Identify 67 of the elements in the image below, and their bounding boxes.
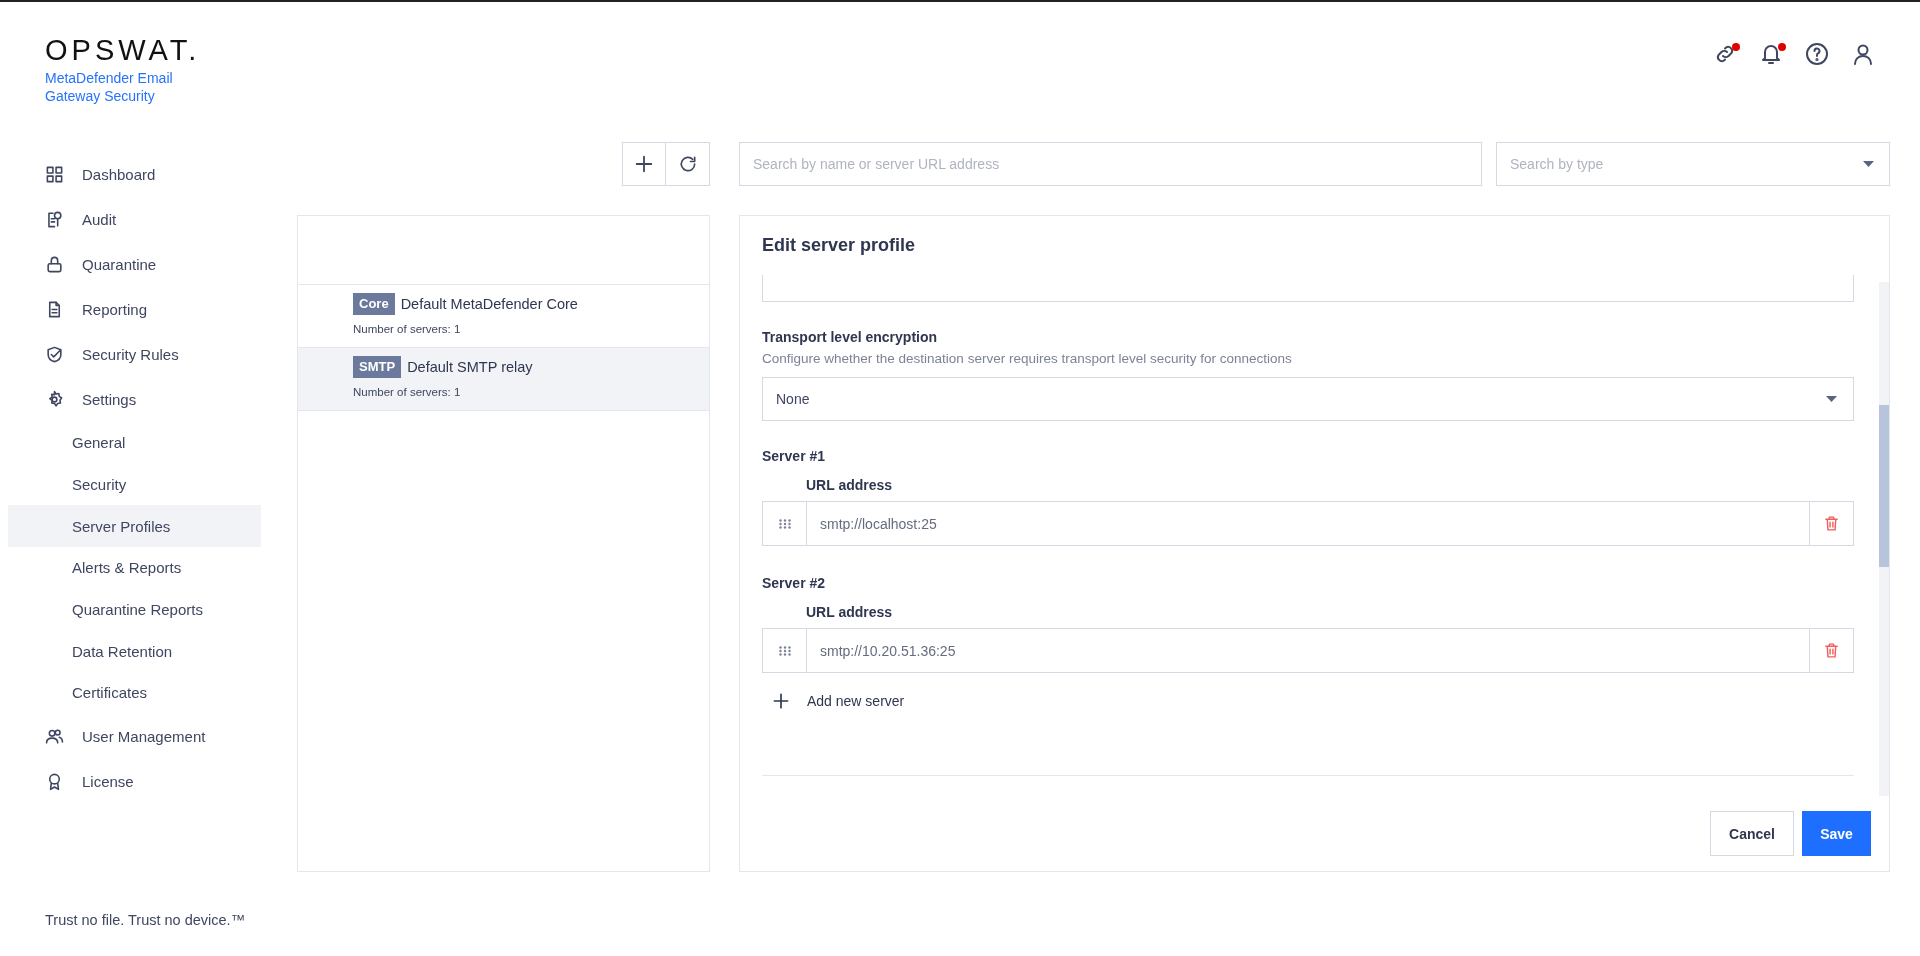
select-field[interactable] xyxy=(762,275,1854,302)
sidebar-item[interactable]: Security Rules xyxy=(8,332,261,377)
bell-icon xyxy=(1759,42,1783,66)
lock-icon xyxy=(45,255,64,274)
profile-type-label: SMTP xyxy=(353,356,402,378)
help-button[interactable] xyxy=(1805,42,1829,68)
tagline: Trust no file. Trust no device.™ xyxy=(44,912,247,928)
grip-icon xyxy=(778,645,791,656)
field-description: Configure whether the destination server requires transport level security for connections xyxy=(762,350,1293,368)
caret-icon xyxy=(1826,396,1837,402)
refresh-button[interactable] xyxy=(666,142,710,186)
sidebar-item[interactable]: Reporting xyxy=(8,287,261,332)
cancel-button[interactable]: Cancel xyxy=(1710,811,1794,856)
sidebar-subitem[interactable]: Data Retention xyxy=(8,630,261,673)
sidebar-subitem[interactable]: Quarantine Reports xyxy=(8,588,261,631)
sidebar-subitem[interactable]: Server Profiles xyxy=(8,505,261,548)
sidebar-subitem[interactable]: Alerts & Reports xyxy=(8,547,261,589)
sidebar-subitem[interactable]: Certificates xyxy=(8,672,261,714)
users-icon xyxy=(45,726,64,746)
sidebar-item[interactable]: Quarantine xyxy=(8,242,261,287)
help-icon xyxy=(1805,42,1829,66)
trash-icon xyxy=(1823,515,1840,532)
drag-handle[interactable] xyxy=(762,501,807,546)
grip-icon xyxy=(778,518,791,529)
scrollbar[interactable] xyxy=(1879,282,1889,796)
sidebar-subitem[interactable]: General xyxy=(8,422,261,464)
plus-icon xyxy=(771,691,791,711)
profile-name: Default MetaDefender Core xyxy=(400,296,578,312)
document-search-icon xyxy=(45,210,64,229)
profile-name: Default SMTP relay xyxy=(407,359,533,375)
user-button[interactable] xyxy=(1851,42,1875,68)
sidebar-item[interactable]: License xyxy=(8,758,261,804)
add-server-button[interactable]: Add new server xyxy=(762,690,911,712)
field-label: Transport level encryption xyxy=(762,328,939,346)
plus-icon xyxy=(633,153,655,175)
trash-icon xyxy=(1823,642,1840,659)
field-label: URL address xyxy=(806,476,894,494)
server-label: Server #2 xyxy=(762,574,827,592)
sidebar-item[interactable]: Settings xyxy=(8,377,261,422)
panel-title: Edit server profile xyxy=(761,234,917,257)
shield-check-icon xyxy=(45,345,64,364)
drag-handle[interactable] xyxy=(762,628,807,673)
sidebar-item[interactable]: Audit xyxy=(8,197,261,242)
field-label: URL address xyxy=(806,603,894,621)
caret-icon xyxy=(1863,161,1874,167)
url-input[interactable]: smtp://localhost:25 xyxy=(807,501,1809,546)
delete-button[interactable] xyxy=(1809,501,1854,546)
delete-button[interactable] xyxy=(1809,628,1854,673)
sidebar-item[interactable]: User Management xyxy=(8,713,261,759)
profile-item[interactable]: SMTP Default SMTP relay Number of servers: 1 xyxy=(298,348,709,411)
sidebar-subitem[interactable]: Security xyxy=(8,463,261,506)
url-input[interactable]: smtp://10.20.51.36:25 xyxy=(807,628,1809,673)
server-label: Server #1 xyxy=(762,447,827,465)
server-count: Number of servers: 1 xyxy=(353,386,462,398)
sidebar-item[interactable]: Dashboard xyxy=(8,152,261,197)
type-select[interactable]: Search by type xyxy=(1496,142,1890,186)
grid-icon xyxy=(45,165,64,184)
search-field[interactable]: Search by name or server URL address xyxy=(739,142,1482,186)
product-name: MetaDefender Email Gateway Security xyxy=(45,69,174,105)
encryption-select[interactable]: None xyxy=(762,377,1854,421)
refresh-icon xyxy=(677,154,698,174)
user-icon xyxy=(1851,42,1875,66)
logo: OPSWAT. xyxy=(45,33,201,67)
profile-type-label: Core xyxy=(353,293,395,315)
add-button[interactable] xyxy=(622,142,666,186)
server-count: Number of servers: 1 xyxy=(353,323,462,335)
save-button[interactable]: Save xyxy=(1802,811,1871,856)
